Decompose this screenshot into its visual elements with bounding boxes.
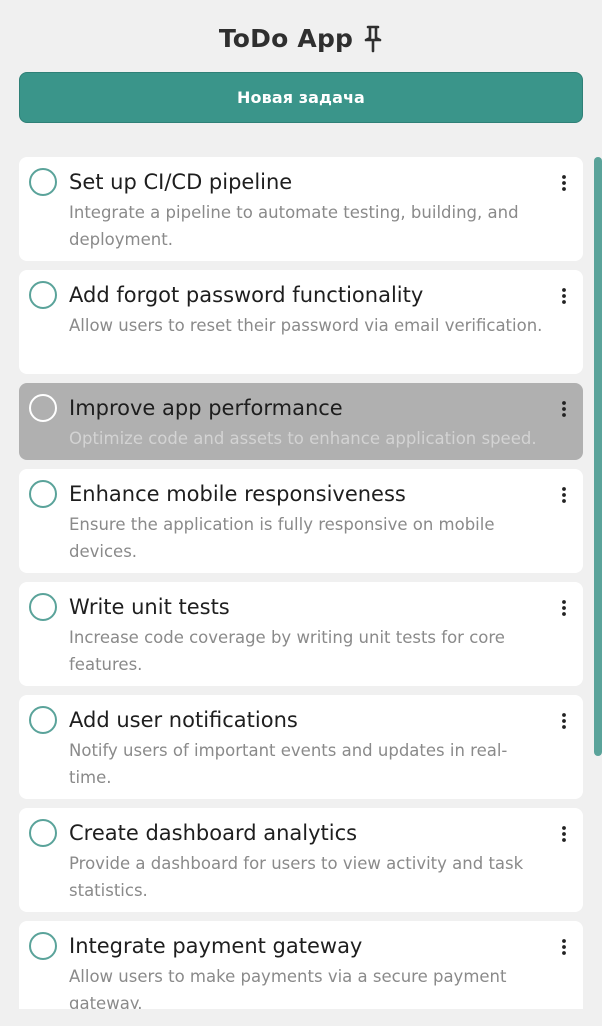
task-description: Provide a dashboard for users to view ac… — [69, 854, 524, 900]
task-description: Integrate a pipeline to automate testing… — [69, 203, 519, 249]
title-group: ToDo App — [219, 24, 383, 53]
task-item[interactable]: Add user notifications Notify users of i… — [19, 695, 583, 799]
task-description: Notify users of important events and upd… — [69, 741, 508, 787]
task-item[interactable]: Enhance mobile responsiveness Ensure the… — [19, 469, 583, 573]
scrollbar-thumb[interactable] — [594, 157, 602, 756]
task-description: Ensure the application is fully responsi… — [69, 515, 495, 561]
complete-checkbox[interactable] — [29, 819, 57, 847]
task-item[interactable]: Create dashboard analytics Provide a das… — [19, 808, 583, 912]
task-description: Optimize code and assets to enhance appl… — [69, 429, 537, 448]
more-options-icon[interactable] — [561, 600, 567, 616]
more-options-icon[interactable] — [561, 175, 567, 191]
task-description: Allow users to make payments via a secur… — [69, 967, 507, 1009]
task-description: Allow users to reset their password via … — [69, 316, 543, 335]
task-title: Integrate payment gateway — [69, 934, 363, 958]
app-header: ToDo App — [0, 0, 602, 72]
task-item[interactable]: Write unit tests Increase code coverage … — [19, 582, 583, 686]
task-item[interactable]: Set up CI/CD pipeline Integrate a pipeli… — [19, 157, 583, 261]
complete-checkbox[interactable] — [29, 480, 57, 508]
task-item-highlighted[interactable]: Improve app performance Optimize code an… — [19, 383, 583, 460]
complete-checkbox[interactable] — [29, 281, 57, 309]
task-title: Write unit tests — [69, 595, 230, 619]
more-options-icon[interactable] — [561, 487, 567, 503]
more-options-icon[interactable] — [561, 826, 567, 842]
complete-checkbox[interactable] — [29, 932, 57, 960]
task-item[interactable]: Add forgot password functionality Allow … — [19, 270, 583, 374]
more-options-icon[interactable] — [561, 288, 567, 304]
complete-checkbox[interactable] — [29, 706, 57, 734]
task-description: Increase code coverage by writing unit t… — [69, 628, 505, 674]
task-title: Set up CI/CD pipeline — [69, 170, 293, 194]
task-title: Enhance mobile responsiveness — [69, 482, 406, 506]
task-list: Set up CI/CD pipeline Integrate a pipeli… — [19, 157, 583, 1009]
task-title: Add forgot password functionality — [69, 283, 424, 307]
pin-icon — [363, 25, 383, 53]
task-title: Add user notifications — [69, 708, 298, 732]
complete-checkbox[interactable] — [29, 394, 57, 422]
task-title: Improve app performance — [69, 396, 343, 420]
new-task-button[interactable]: Новая задача — [19, 72, 583, 123]
more-options-icon[interactable] — [561, 939, 567, 955]
page-title: ToDo App — [218, 24, 354, 53]
task-title: Create dashboard analytics — [69, 821, 358, 845]
more-options-icon[interactable] — [561, 713, 567, 729]
more-options-icon[interactable] — [561, 401, 567, 417]
complete-checkbox[interactable] — [29, 168, 57, 196]
task-item[interactable]: Integrate payment gateway Allow users to… — [19, 921, 583, 1009]
complete-checkbox[interactable] — [29, 593, 57, 621]
